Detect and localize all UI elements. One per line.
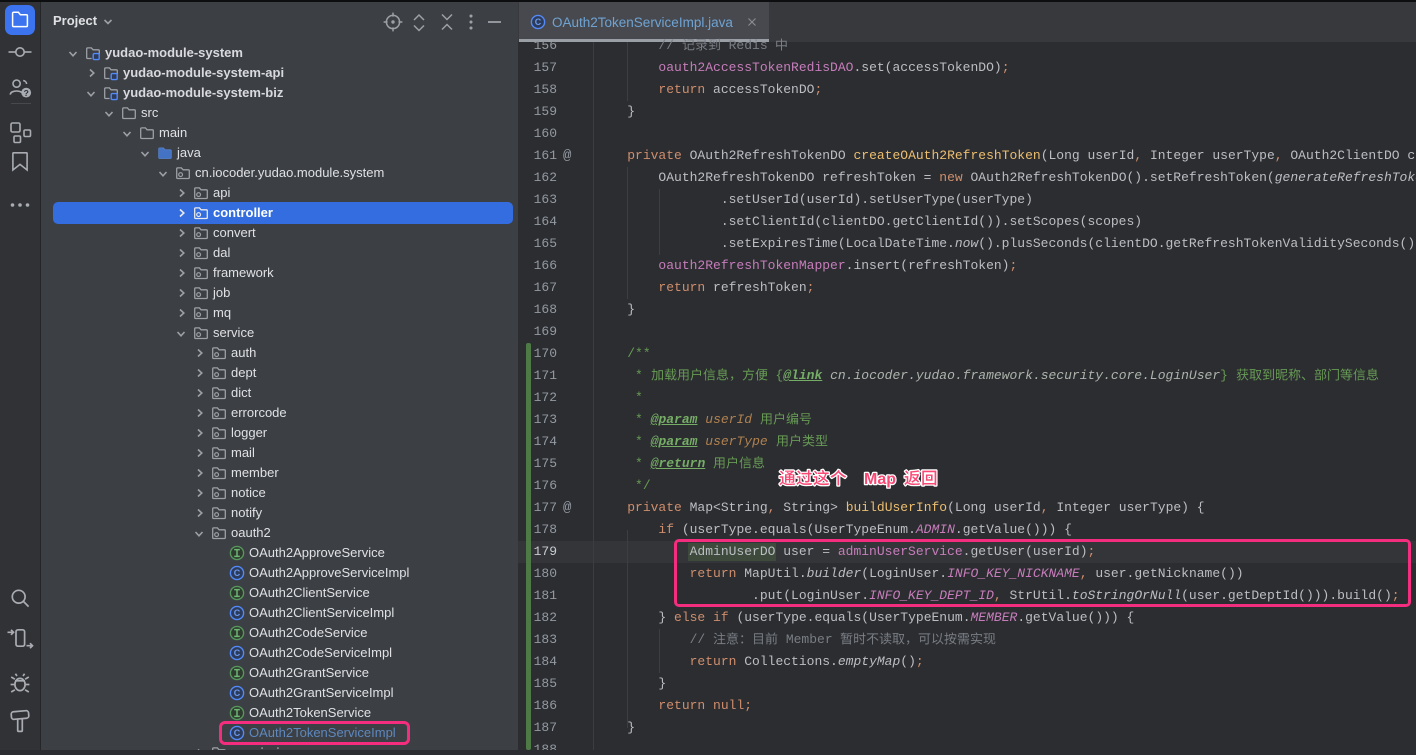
svg-text:?: ? <box>24 88 29 98</box>
svg-text:C: C <box>234 568 241 578</box>
svg-text:C: C <box>234 688 241 698</box>
svg-text:Map: Map <box>864 471 896 488</box>
svg-text:C: C <box>234 608 241 618</box>
svg-text:C: C <box>234 648 241 658</box>
